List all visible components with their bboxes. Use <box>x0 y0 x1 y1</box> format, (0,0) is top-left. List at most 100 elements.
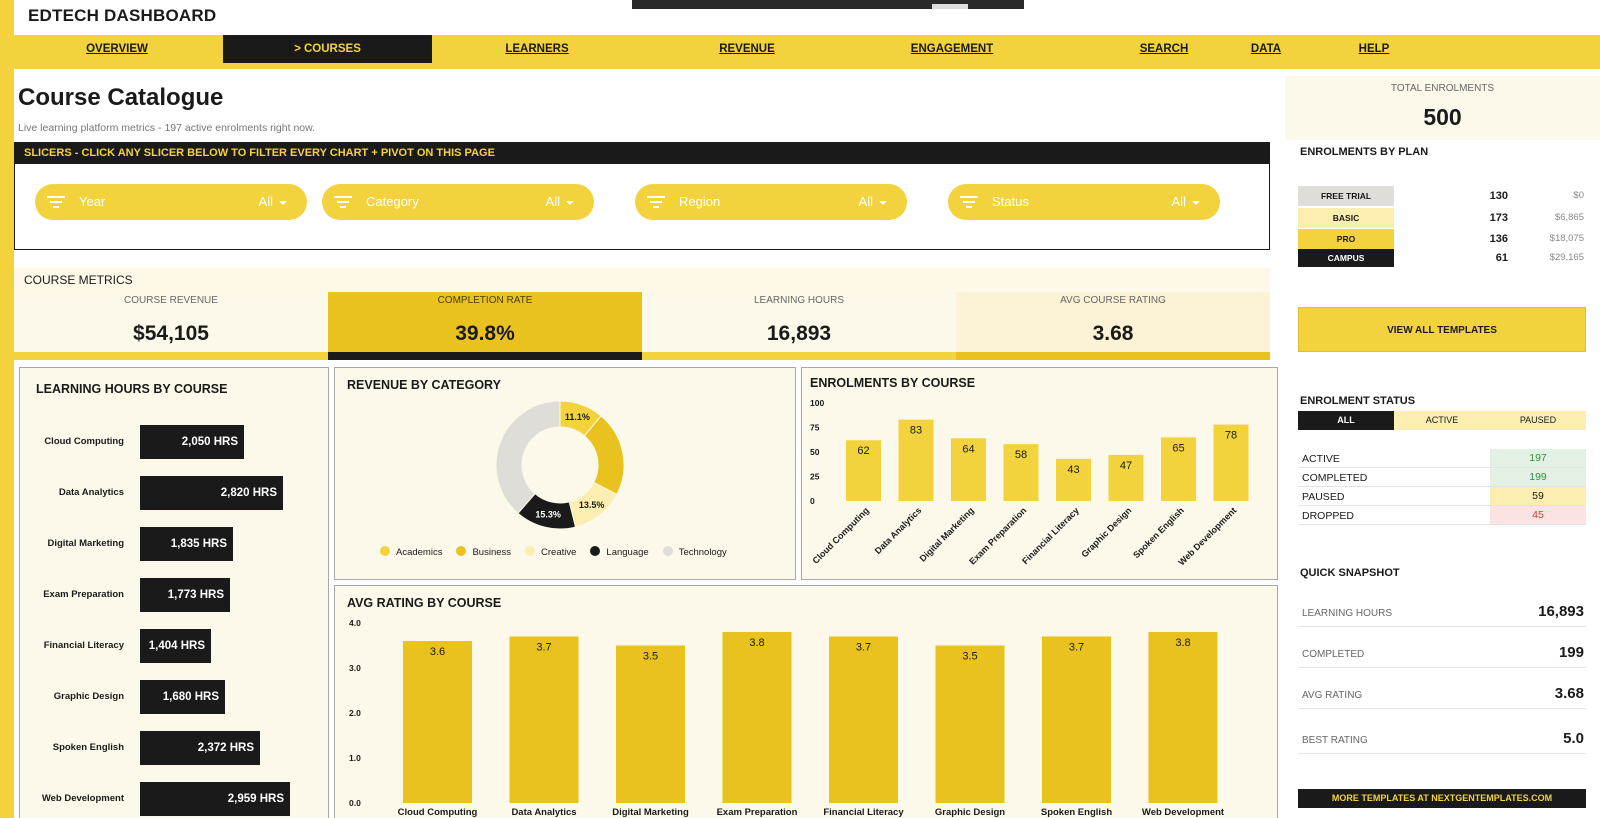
bar <box>1148 632 1218 803</box>
status-row-dropped: DROPPED 45 <box>1298 506 1586 525</box>
plan-revenue: $18,075 <box>1549 233 1584 244</box>
bar <box>616 645 685 803</box>
x-category-label: Web Development <box>1176 505 1238 567</box>
donut-data-label: 15.3% <box>535 510 561 520</box>
nav-tab-help[interactable]: HELP <box>1344 35 1404 63</box>
plan-name: PRO <box>1298 229 1394 249</box>
chevron-down-icon <box>879 201 887 205</box>
slicer-region[interactable]: Region All <box>635 184 907 220</box>
course-metrics-header: COURSE METRICS <box>14 268 1270 292</box>
y-tick-label: 4.0 <box>349 618 361 628</box>
filter-icon <box>47 196 65 208</box>
bar-data-label: 3.7 <box>1069 642 1084 654</box>
legend-item: Creative <box>525 546 576 558</box>
snapshot-best-rating: BEST RATING 5.0 <box>1298 724 1586 754</box>
revenue-by-category-panel: REVENUE BY CATEGORY 11.1% 13.5% 15.3% Acad… <box>334 367 796 580</box>
kpi-label: AVG COURSE RATING <box>1060 295 1166 306</box>
hbar-category-label: Spoken English <box>52 742 124 753</box>
view-all-templates-button[interactable]: VIEW ALL TEMPLATES <box>1298 307 1586 352</box>
hbar-category-label: Web Development <box>41 793 124 804</box>
hbar-row: Financial Literacy 1,404 HRS <box>20 629 320 663</box>
total-enrolments-label: TOTAL ENROLMENTS <box>1390 83 1495 94</box>
status-tab-all[interactable]: ALL <box>1298 411 1394 430</box>
bar-data-label: 3.8 <box>749 637 764 649</box>
hbar: 1,404 HRS <box>140 629 211 663</box>
plan-count: 130 <box>1489 190 1508 202</box>
status-label: ACTIVE <box>1302 453 1340 465</box>
status-tab-paused[interactable]: PAUSED <box>1490 411 1586 430</box>
page-title: Course Catalogue <box>18 84 224 111</box>
chevron-down-icon <box>566 201 574 205</box>
x-category-label: Graphic Design <box>935 807 1005 818</box>
legend-swatch <box>590 546 601 556</box>
slicer-status[interactable]: Status All <box>948 184 1220 220</box>
nav-tab-courses[interactable]: > COURSES <box>223 35 432 63</box>
x-category-label: Graphic Design <box>1079 505 1133 559</box>
x-category-label: Spoken English <box>1041 807 1112 818</box>
y-tick-label: 75 <box>810 423 820 433</box>
y-tick-label: 0.0 <box>349 798 361 808</box>
x-category-label: Data Analytics <box>511 807 576 818</box>
filter-icon <box>334 196 352 208</box>
x-category-label: Spoken English <box>1131 505 1186 560</box>
nav-tab-data[interactable]: DATA <box>1236 35 1296 63</box>
slicer-label: Status <box>992 194 1029 209</box>
plan-revenue: $0 <box>1573 190 1584 201</box>
x-category-label: Exam Preparation <box>717 807 798 818</box>
slicer-label: Year <box>79 194 106 209</box>
kpi-value: $54,105 <box>133 322 209 345</box>
y-tick-label: 1.0 <box>349 753 361 763</box>
nav-tab-learners[interactable]: LEARNERS <box>432 35 642 63</box>
x-category-label: Web Development <box>1142 807 1225 818</box>
hbar-row: Cloud Computing 2,050 HRS <box>20 425 320 459</box>
bar-data-label: 64 <box>962 443 974 455</box>
filter-icon <box>960 196 978 208</box>
donut-data-label: 13.5% <box>579 500 605 510</box>
donut-slice-technology <box>495 400 561 514</box>
snapshot-completed: COMPLETED 199 <box>1298 638 1586 668</box>
x-category-label: Cloud Computing <box>398 807 478 818</box>
snapshot-value: 3.68 <box>1554 685 1584 702</box>
y-tick-label: 0 <box>810 496 815 506</box>
bar-data-label: 78 <box>1225 430 1237 442</box>
bar <box>509 636 579 803</box>
plan-name: FREE TRIAL <box>1298 186 1394 206</box>
plan-row-campus: CAMPUS 61 $29,165 <box>1298 249 1584 267</box>
legend-swatch <box>380 546 390 556</box>
snapshot-label: BEST RATING <box>1302 735 1368 746</box>
nav-tab-engagement[interactable]: ENGAGEMENT <box>852 35 1052 63</box>
kpi-course-revenue: COURSE REVENUE $54,105 <box>14 292 328 360</box>
bar-data-label: 58 <box>1015 449 1027 461</box>
total-enrolments-card: TOTAL ENROLMENTS 500 <box>1285 76 1600 140</box>
y-tick-label: 100 <box>810 398 824 408</box>
legend-item: Business <box>456 546 511 558</box>
status-row-completed: COMPLETED 199 <box>1298 468 1586 487</box>
kpi-value: 16,893 <box>766 322 832 345</box>
bar <box>829 636 898 803</box>
status-tab-active[interactable]: ACTIVE <box>1394 411 1490 430</box>
hbar-row: Digital Marketing 1,835 HRS <box>20 527 320 561</box>
enrolment-status-title: ENROLMENT STATUS <box>1300 395 1416 407</box>
nav-tab-revenue[interactable]: REVENUE <box>642 35 852 63</box>
hbar: 2,050 HRS <box>140 425 244 459</box>
bar-data-label: 3.7 <box>856 642 871 654</box>
snapshot-value: 5.0 <box>1563 730 1584 747</box>
chevron-down-icon <box>279 201 287 205</box>
plan-row-basic: BASIC 173 $6,865 <box>1298 208 1584 228</box>
plan-revenue: $6,865 <box>1554 212 1584 223</box>
kpi-label: LEARNING HOURS <box>753 295 844 306</box>
snapshot-learning-hours: LEARNING HOURS 16,893 <box>1298 597 1586 627</box>
slicer-value: All <box>1171 194 1186 209</box>
more-templates-link[interactable]: MORE TEMPLATES AT NEXTGENTEMPLATES.COM <box>1298 789 1586 808</box>
slicer-year[interactable]: Year All <box>35 184 307 220</box>
nav-tab-overview[interactable]: OVERVIEW <box>24 35 210 63</box>
slicer-category[interactable]: Category All <box>322 184 594 220</box>
hbar-category-label: Data Analytics <box>58 487 124 498</box>
plan-name: BASIC <box>1298 208 1394 228</box>
plan-name: CAMPUS <box>1298 249 1394 267</box>
bar-data-label: 47 <box>1120 460 1132 472</box>
nav-tab-search[interactable]: SEARCH <box>1114 35 1214 63</box>
bar <box>935 645 1005 803</box>
plan-row-free-trial: FREE TRIAL 130 $0 <box>1298 186 1584 206</box>
x-category-label: Digital Marketing <box>612 807 689 818</box>
